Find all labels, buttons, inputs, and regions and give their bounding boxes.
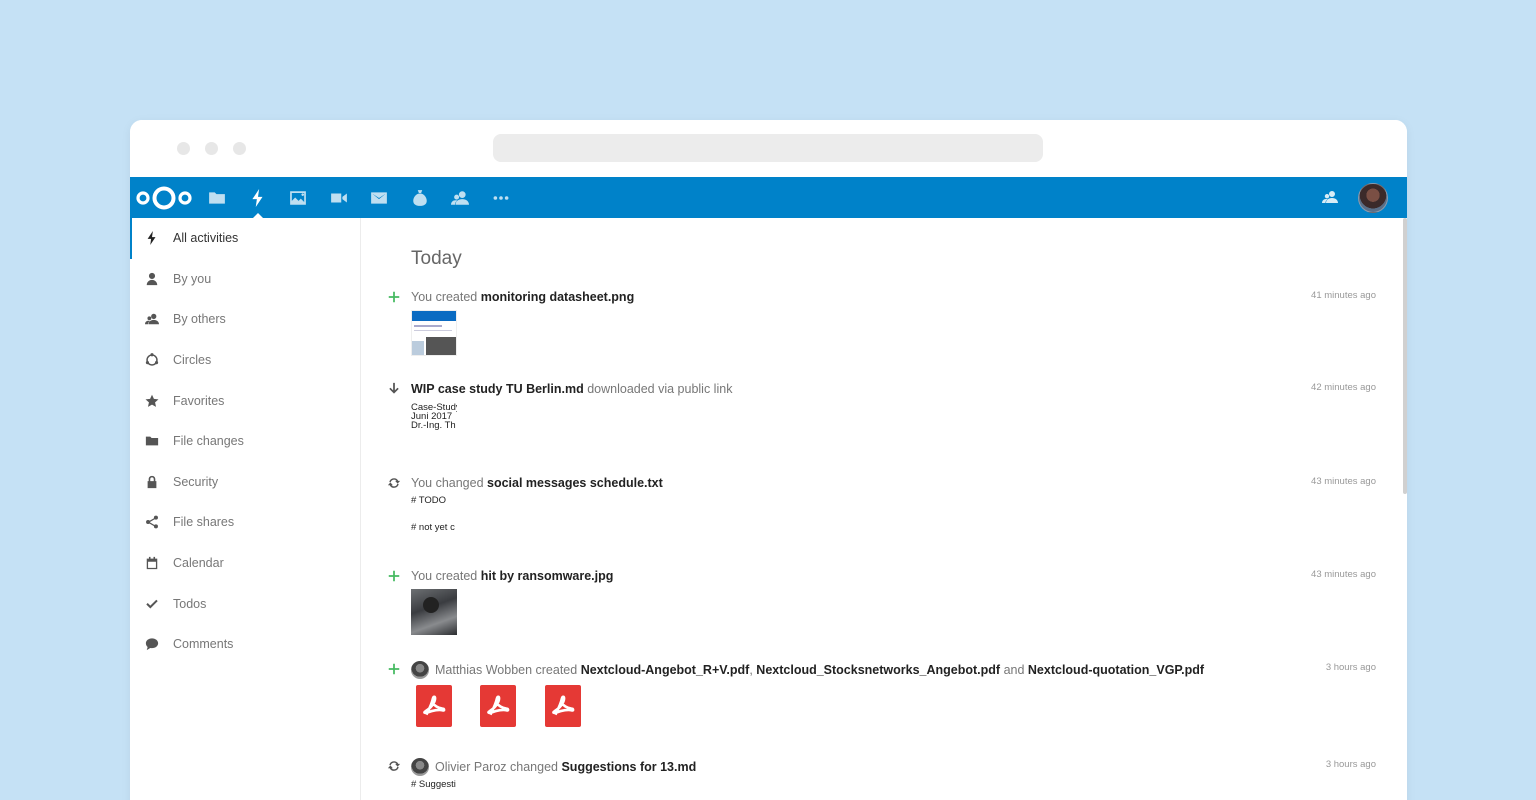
nav-label: By others <box>173 312 226 327</box>
file-preview[interactable] <box>411 589 457 635</box>
nav-item-security[interactable]: Security <box>130 462 360 503</box>
user-name[interactable]: Olivier Paroz <box>435 759 507 775</box>
file-link[interactable]: Nextcloud-Angebot_R+V.pdf <box>581 662 750 678</box>
avatar[interactable] <box>411 661 429 679</box>
activity-stream: Today You created monitoring datasheet.p… <box>362 218 1407 800</box>
nav-item-file-changes[interactable]: File changes <box>130 421 360 462</box>
contacts-menu-icon[interactable] <box>1320 187 1340 207</box>
money-app-icon[interactable] <box>405 183 435 213</box>
activity-subject: You changed social messages schedule.txt <box>411 475 663 491</box>
nav-item-comments[interactable]: Comments <box>130 624 360 665</box>
contacts-app-icon[interactable] <box>445 183 475 213</box>
window-close-dot[interactable] <box>177 142 190 155</box>
activity-subject: Olivier Paroz changed Suggestions for 13… <box>411 758 696 776</box>
folder-icon <box>144 433 160 449</box>
nav-label: Calendar <box>173 556 224 571</box>
gallery-app-icon[interactable] <box>283 183 313 213</box>
nav-label: File changes <box>173 434 244 449</box>
activity-subject: You created hit by ransomware.jpg <box>411 568 614 584</box>
nav-item-file-shares[interactable]: File shares <box>130 502 360 543</box>
circles-icon <box>144 352 160 368</box>
sync-icon <box>386 475 402 491</box>
pdf-icon[interactable] <box>480 685 517 727</box>
nav-item-by-you[interactable]: By you <box>130 259 360 300</box>
window-minimize-dot[interactable] <box>205 142 218 155</box>
download-icon <box>386 381 402 397</box>
user-name[interactable]: Matthias Wobben <box>435 662 532 678</box>
nav-label: Circles <box>173 353 212 368</box>
file-link[interactable]: social messages schedule.txt <box>487 475 663 491</box>
nav-label: Security <box>173 474 219 489</box>
activity-time: 43 minutes ago <box>1311 476 1376 487</box>
file-link[interactable]: hit by ransomware.jpg <box>481 568 614 584</box>
day-heading: Today <box>411 248 462 269</box>
browser-window: All activities By you By others Circles … <box>130 120 1407 800</box>
activity-subject: Matthias Wobben created Nextcloud-Angebo… <box>411 661 1204 679</box>
file-preview[interactable]: # TODO # not yet c <box>411 495 457 534</box>
activity-time: 43 minutes ago <box>1311 569 1376 580</box>
activity-app-icon[interactable] <box>243 183 273 219</box>
lightning-icon <box>144 230 160 246</box>
file-link[interactable]: monitoring datasheet.png <box>481 289 634 305</box>
nav-item-by-others[interactable]: By others <box>130 299 360 340</box>
plus-icon <box>386 661 402 677</box>
address-bar[interactable] <box>493 134 1043 162</box>
avatar[interactable] <box>411 758 429 776</box>
nav-item-todos[interactable]: Todos <box>130 583 360 624</box>
sync-icon <box>386 758 402 774</box>
file-preview[interactable] <box>411 310 457 356</box>
video-call-app-icon[interactable] <box>324 183 354 213</box>
calendar-icon <box>144 555 160 571</box>
nav-label: File shares <box>173 515 235 530</box>
pdf-icon[interactable] <box>544 685 581 727</box>
file-link[interactable]: Suggestions for 13.md <box>561 759 696 775</box>
activity-time: 3 hours ago <box>1325 759 1376 770</box>
file-link[interactable]: Nextcloud_Stocksnetworks_Angebot.pdf <box>756 662 1000 678</box>
activity-subject: WIP case study TU Berlin.md downloaded v… <box>411 381 733 397</box>
activity-subject: You created monitoring datasheet.png <box>411 289 635 305</box>
nav-label: Favorites <box>173 393 225 408</box>
plus-icon <box>386 568 402 584</box>
plus-icon <box>386 289 402 305</box>
browser-chrome <box>130 120 1407 177</box>
star-icon <box>144 393 160 409</box>
nav-item-calendar[interactable]: Calendar <box>130 543 360 584</box>
nav-item-circles[interactable]: Circles <box>130 340 360 381</box>
share-icon <box>144 514 160 530</box>
activity-time: 42 minutes ago <box>1311 382 1376 393</box>
nav-label: Comments <box>173 637 234 652</box>
mail-app-icon[interactable] <box>364 183 394 213</box>
file-preview[interactable]: Case-Study Juni 2017 Dr.-Ing. Th <box>411 403 457 430</box>
activity-time: 3 hours ago <box>1325 662 1376 673</box>
nav-label: Todos <box>173 596 207 611</box>
nav-item-favorites[interactable]: Favorites <box>130 380 360 421</box>
file-previews <box>416 685 605 732</box>
user-avatar[interactable] <box>1358 183 1388 213</box>
comment-icon <box>144 636 160 652</box>
activity-time: 41 minutes ago <box>1311 290 1376 301</box>
lock-icon <box>144 474 160 490</box>
pdf-icon[interactable] <box>416 685 452 727</box>
nextcloud-logo-icon[interactable] <box>135 184 193 212</box>
files-app-icon[interactable] <box>202 183 232 213</box>
scrollbar[interactable] <box>1403 218 1407 494</box>
file-link[interactable]: WIP case study TU Berlin.md <box>411 381 584 397</box>
more-apps-icon[interactable] <box>486 183 516 213</box>
nav-item-all-activities[interactable]: All activities <box>130 218 360 259</box>
window-maximize-dot[interactable] <box>233 142 246 155</box>
user-icon <box>144 271 160 287</box>
file-link[interactable]: Nextcloud-quotation_VGP.pdf <box>1028 662 1204 678</box>
file-preview[interactable]: # Suggesti <box>411 779 457 791</box>
users-icon <box>144 311 160 327</box>
nav-label: By you <box>173 271 212 286</box>
app-header <box>130 177 1407 219</box>
activity-sidebar: All activities By you By others Circles … <box>130 218 361 800</box>
nav-label: All activities <box>173 231 239 246</box>
checkmark-icon <box>144 596 160 612</box>
